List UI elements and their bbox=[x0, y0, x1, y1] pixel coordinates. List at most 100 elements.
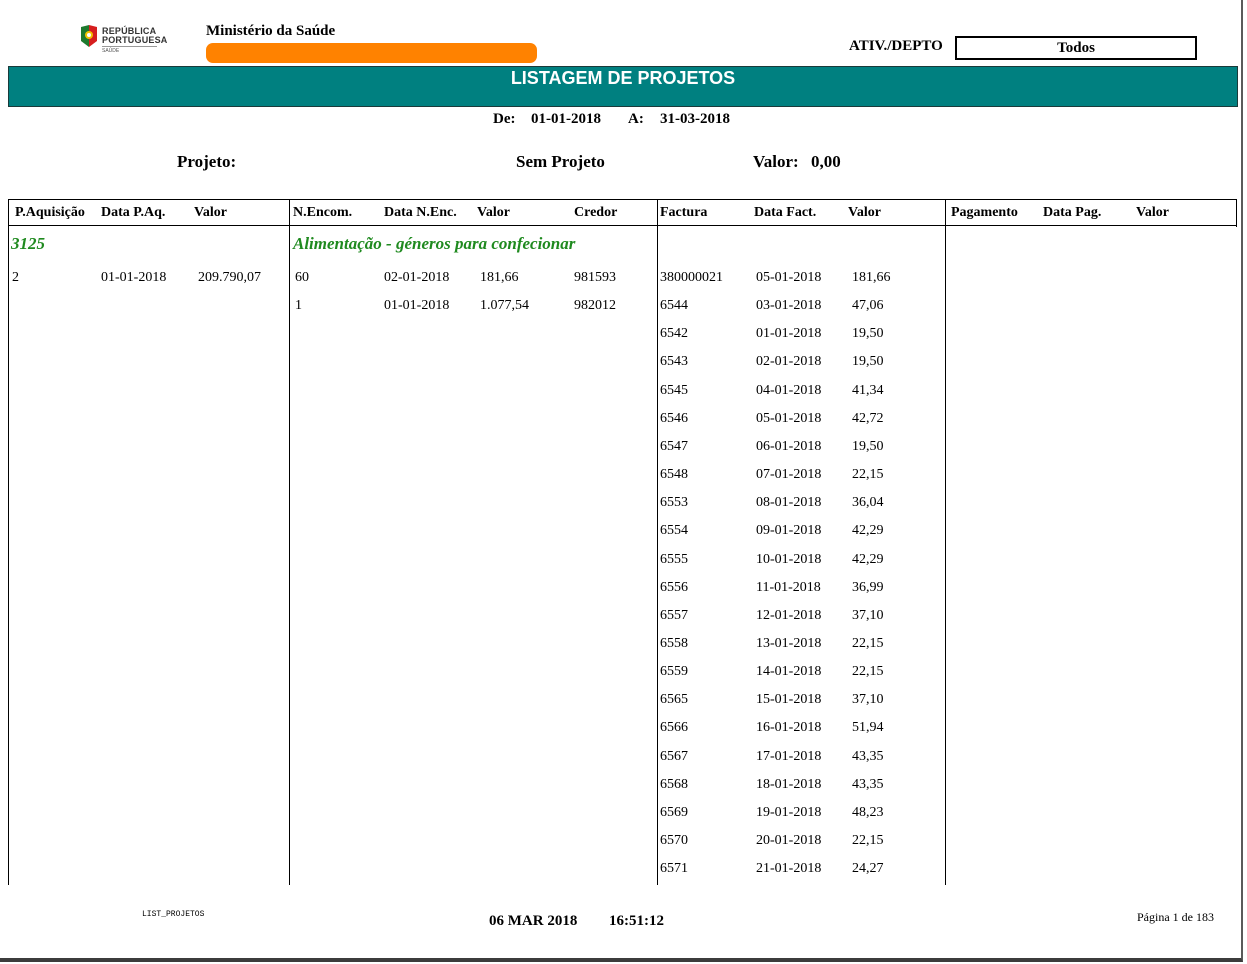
invoice-date: 13-01-2018 bbox=[756, 635, 822, 651]
project-valor: 0,00 bbox=[811, 152, 841, 171]
invoice-number: 6556 bbox=[660, 579, 688, 595]
invoice-value: 47,06 bbox=[852, 298, 884, 314]
invoice-date: 17-01-2018 bbox=[756, 748, 822, 764]
ministry-name: Ministério da Saúde bbox=[206, 23, 336, 39]
invoice-number: 6547 bbox=[660, 438, 688, 454]
group-code: 3125 bbox=[11, 234, 45, 253]
period-from-label: De: bbox=[493, 111, 516, 127]
invoice-date: 10-01-2018 bbox=[756, 551, 822, 567]
invoice-value: 22,15 bbox=[852, 833, 884, 848]
report-code: LIST_PROJETOS bbox=[142, 910, 205, 919]
project-valor-label: Valor: bbox=[753, 152, 799, 171]
invoice-value: 19,50 bbox=[852, 354, 884, 370]
invoice-number: 6569 bbox=[660, 804, 688, 820]
order-date: 01-01-2018 bbox=[384, 298, 450, 314]
invoice-date: 09-01-2018 bbox=[756, 523, 822, 539]
col-header-factura: Factura bbox=[660, 205, 708, 220]
invoice-value: 24,27 bbox=[852, 861, 884, 877]
order-creditor: 982012 bbox=[574, 298, 616, 314]
column-divider bbox=[8, 200, 9, 885]
print-time: 16:51:12 bbox=[609, 913, 664, 929]
invoice-number: 6553 bbox=[660, 495, 688, 511]
invoice-value: 41,34 bbox=[852, 382, 884, 398]
group-description: Alimentação - géneros para confecionar bbox=[293, 234, 576, 253]
logo-line-3: SAÚDE bbox=[102, 46, 157, 54]
invoice-value: 22,15 bbox=[852, 635, 884, 651]
order-value: 1.077,54 bbox=[480, 298, 529, 314]
col-header-pagamento: Pagamento bbox=[951, 205, 1018, 220]
page-number: Página 1 de 183 bbox=[1137, 910, 1214, 924]
invoice-number: 6559 bbox=[660, 664, 688, 680]
invoice-number: 6570 bbox=[660, 833, 688, 848]
invoice-number: 6571 bbox=[660, 861, 688, 877]
invoice-number: 6548 bbox=[660, 467, 688, 483]
invoice-number: 6568 bbox=[660, 776, 688, 792]
order-value: 181,66 bbox=[480, 270, 519, 285]
print-date: 06 MAR 2018 bbox=[489, 913, 578, 929]
logo-line-2: PORTUGUESA bbox=[102, 35, 168, 45]
col-header-data-fact: Data Fact. bbox=[754, 205, 817, 220]
invoice-value: 181,66 bbox=[852, 270, 891, 285]
column-divider bbox=[945, 200, 946, 885]
period-from-date: 01-01-2018 bbox=[531, 111, 601, 127]
invoice-number: 6566 bbox=[660, 720, 688, 736]
col-header-valor-nenc: Valor bbox=[477, 205, 510, 220]
column-divider bbox=[289, 200, 290, 885]
order-date: 02-01-2018 bbox=[384, 270, 450, 285]
invoice-value: 37,10 bbox=[852, 607, 884, 623]
title-banner: LISTAGEM DE PROJETOS bbox=[8, 66, 1238, 107]
invoice-number: 6558 bbox=[660, 635, 688, 651]
invoice-number: 6542 bbox=[660, 326, 688, 342]
invoice-value: 51,94 bbox=[852, 720, 884, 736]
invoice-date: 12-01-2018 bbox=[756, 607, 822, 623]
col-header-credor: Credor bbox=[574, 205, 618, 220]
invoice-value: 42,72 bbox=[852, 410, 884, 426]
invoice-date: 21-01-2018 bbox=[756, 861, 822, 877]
projects-table: P.Aquisição Data P.Aq. Valor N.Encom. Da… bbox=[8, 199, 1237, 885]
invoice-date: 07-01-2018 bbox=[756, 467, 822, 483]
redacted-block bbox=[206, 43, 537, 63]
invoice-date: 05-01-2018 bbox=[756, 270, 822, 285]
invoice-date: 01-01-2018 bbox=[756, 326, 822, 342]
col-header-paq: P.Aquisição bbox=[15, 205, 85, 220]
invoice-number: 6545 bbox=[660, 382, 688, 398]
column-divider bbox=[1236, 200, 1237, 227]
invoice-number: 6557 bbox=[660, 607, 688, 623]
invoice-number: 6554 bbox=[660, 523, 688, 539]
invoice-value: 19,50 bbox=[852, 326, 884, 342]
column-divider bbox=[657, 200, 658, 885]
col-header-data-pag: Data Pag. bbox=[1043, 205, 1102, 220]
period-to-date: 31-03-2018 bbox=[660, 111, 730, 127]
invoice-number: 6567 bbox=[660, 748, 688, 764]
invoice-value: 43,35 bbox=[852, 776, 884, 792]
col-header-data-paq: Data P.Aq. bbox=[101, 205, 166, 220]
project-name: Sem Projeto bbox=[516, 152, 605, 171]
invoice-value: 36,99 bbox=[852, 579, 884, 595]
invoice-number: 6543 bbox=[660, 354, 688, 370]
invoice-number: 6555 bbox=[660, 551, 688, 567]
invoice-date: 03-01-2018 bbox=[756, 298, 822, 314]
col-header-valor-pag: Valor bbox=[1136, 205, 1169, 220]
invoice-number: 6544 bbox=[660, 298, 688, 314]
invoice-date: 14-01-2018 bbox=[756, 664, 822, 680]
invoice-date: 16-01-2018 bbox=[756, 720, 822, 736]
invoice-date: 06-01-2018 bbox=[756, 438, 822, 454]
invoice-date: 20-01-2018 bbox=[756, 833, 822, 848]
invoice-value: 19,50 bbox=[852, 438, 884, 454]
invoice-date: 04-01-2018 bbox=[756, 382, 822, 398]
acquisition-number: 2 bbox=[12, 270, 19, 285]
acquisition-date: 01-01-2018 bbox=[101, 270, 167, 285]
invoice-value: 22,15 bbox=[852, 467, 884, 483]
col-header-valor-paq: Valor bbox=[194, 205, 227, 220]
invoice-value: 43,35 bbox=[852, 748, 884, 764]
invoice-date: 08-01-2018 bbox=[756, 495, 822, 511]
invoice-date: 05-01-2018 bbox=[756, 410, 822, 426]
order-number: 60 bbox=[295, 270, 309, 285]
invoice-date: 19-01-2018 bbox=[756, 804, 822, 820]
invoice-value: 37,10 bbox=[852, 692, 884, 708]
ativ-depto-field[interactable]: Todos bbox=[955, 36, 1197, 60]
col-header-data-nenc: Data N.Enc. bbox=[384, 205, 457, 220]
invoice-value: 42,29 bbox=[852, 551, 884, 567]
col-header-nenc: N.Encom. bbox=[293, 205, 353, 220]
invoice-date: 11-01-2018 bbox=[756, 579, 821, 595]
